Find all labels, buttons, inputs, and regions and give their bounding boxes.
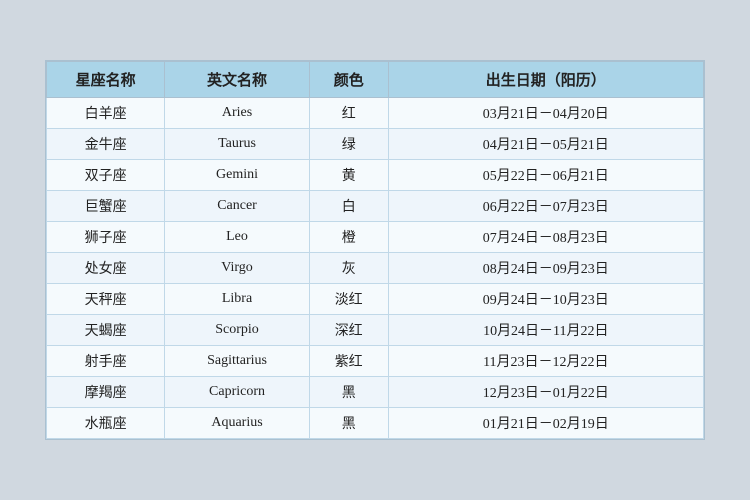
cell-chinese: 摩羯座 [47, 377, 165, 408]
cell-chinese: 天秤座 [47, 284, 165, 315]
cell-date: 05月22日－06月21日 [388, 160, 703, 191]
cell-chinese: 狮子座 [47, 222, 165, 253]
cell-color: 黑 [309, 377, 388, 408]
cell-date: 07月24日－08月23日 [388, 222, 703, 253]
cell-english: Sagittarius [165, 346, 310, 377]
cell-chinese: 金牛座 [47, 129, 165, 160]
cell-color: 黄 [309, 160, 388, 191]
cell-english: Taurus [165, 129, 310, 160]
cell-date: 06月22日－07月23日 [388, 191, 703, 222]
cell-date: 09月24日－10月23日 [388, 284, 703, 315]
cell-color: 橙 [309, 222, 388, 253]
cell-chinese: 处女座 [47, 253, 165, 284]
cell-date: 10月24日－11月22日 [388, 315, 703, 346]
zodiac-table-container: 星座名称 英文名称 颜色 出生日期（阳历） 白羊座Aries红03月21日－04… [45, 60, 705, 440]
zodiac-table: 星座名称 英文名称 颜色 出生日期（阳历） 白羊座Aries红03月21日－04… [46, 61, 704, 439]
header-date: 出生日期（阳历） [388, 62, 703, 98]
cell-date: 12月23日－01月22日 [388, 377, 703, 408]
table-row: 射手座Sagittarius紫红11月23日－12月22日 [47, 346, 704, 377]
table-row: 天秤座Libra淡红09月24日－10月23日 [47, 284, 704, 315]
table-row: 白羊座Aries红03月21日－04月20日 [47, 98, 704, 129]
cell-color: 深红 [309, 315, 388, 346]
cell-chinese: 双子座 [47, 160, 165, 191]
cell-color: 黑 [309, 408, 388, 439]
cell-date: 01月21日－02月19日 [388, 408, 703, 439]
table-row: 巨蟹座Cancer白06月22日－07月23日 [47, 191, 704, 222]
cell-english: Libra [165, 284, 310, 315]
cell-english: Gemini [165, 160, 310, 191]
cell-date: 04月21日－05月21日 [388, 129, 703, 160]
table-row: 水瓶座Aquarius黑01月21日－02月19日 [47, 408, 704, 439]
header-english: 英文名称 [165, 62, 310, 98]
cell-english: Capricorn [165, 377, 310, 408]
cell-chinese: 射手座 [47, 346, 165, 377]
header-chinese: 星座名称 [47, 62, 165, 98]
cell-date: 03月21日－04月20日 [388, 98, 703, 129]
cell-color: 红 [309, 98, 388, 129]
cell-chinese: 天蝎座 [47, 315, 165, 346]
table-row: 狮子座Leo橙07月24日－08月23日 [47, 222, 704, 253]
cell-chinese: 巨蟹座 [47, 191, 165, 222]
table-header-row: 星座名称 英文名称 颜色 出生日期（阳历） [47, 62, 704, 98]
cell-english: Aquarius [165, 408, 310, 439]
cell-date: 08月24日－09月23日 [388, 253, 703, 284]
table-row: 双子座Gemini黄05月22日－06月21日 [47, 160, 704, 191]
cell-date: 11月23日－12月22日 [388, 346, 703, 377]
cell-english: Cancer [165, 191, 310, 222]
table-row: 金牛座Taurus绿04月21日－05月21日 [47, 129, 704, 160]
cell-english: Scorpio [165, 315, 310, 346]
cell-english: Leo [165, 222, 310, 253]
table-row: 摩羯座Capricorn黑12月23日－01月22日 [47, 377, 704, 408]
cell-chinese: 白羊座 [47, 98, 165, 129]
cell-color: 紫红 [309, 346, 388, 377]
cell-color: 淡红 [309, 284, 388, 315]
cell-color: 白 [309, 191, 388, 222]
cell-english: Virgo [165, 253, 310, 284]
cell-color: 绿 [309, 129, 388, 160]
table-row: 处女座Virgo灰08月24日－09月23日 [47, 253, 704, 284]
cell-color: 灰 [309, 253, 388, 284]
cell-chinese: 水瓶座 [47, 408, 165, 439]
table-row: 天蝎座Scorpio深红10月24日－11月22日 [47, 315, 704, 346]
header-color: 颜色 [309, 62, 388, 98]
cell-english: Aries [165, 98, 310, 129]
